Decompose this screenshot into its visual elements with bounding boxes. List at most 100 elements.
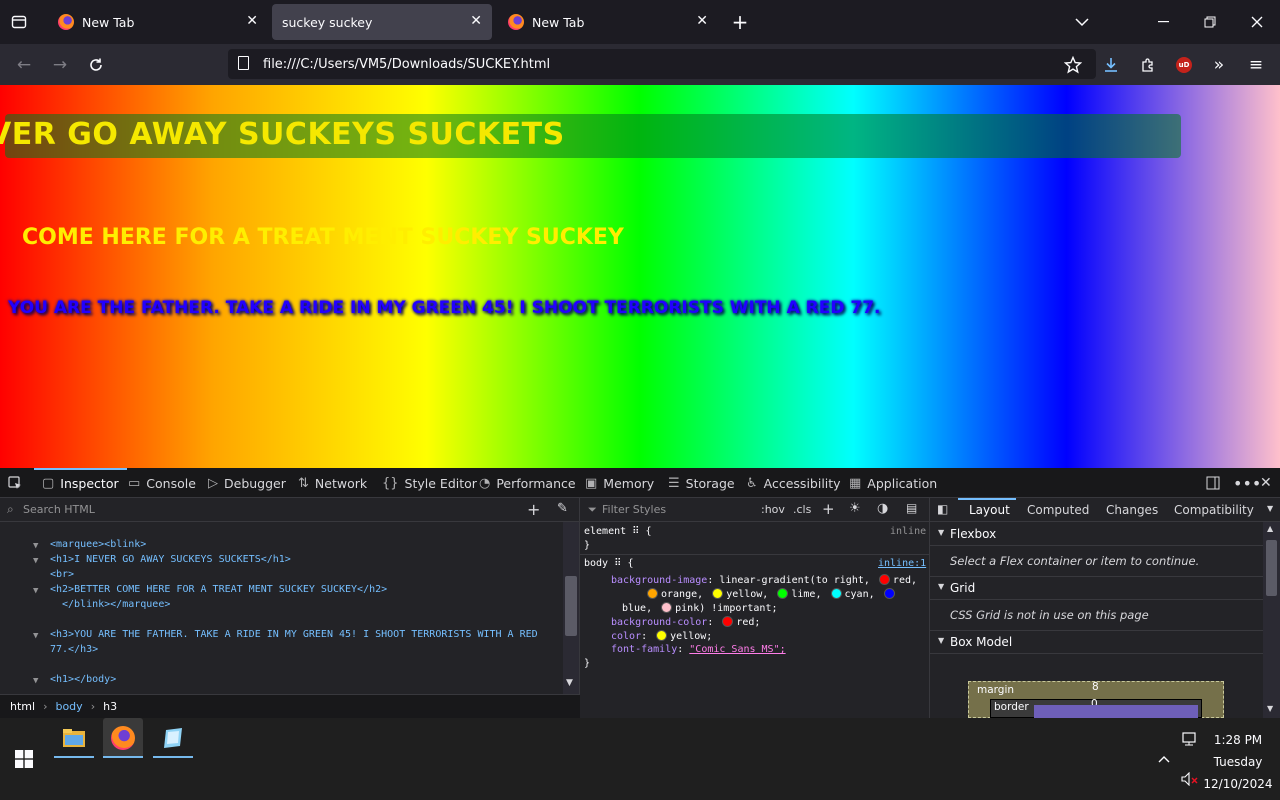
add-rule-plus-icon[interactable]: + xyxy=(822,500,835,518)
list-all-tabs-icon[interactable] xyxy=(8,11,30,33)
tab-suckey-suckey[interactable]: suckey suckey ✕ xyxy=(272,4,492,40)
restore-icon[interactable] xyxy=(1198,11,1222,33)
tree-node-selected[interactable]: <h3>YOU ARE THE FATHER. TAKE A RIDE IN M… xyxy=(50,629,538,640)
more-options-icon[interactable]: ••• xyxy=(1233,468,1261,498)
url-text[interactable]: file:///C:/Users/VM5/Downloads/SUCKEY.ht… xyxy=(263,57,550,72)
breadcrumb-body[interactable]: body xyxy=(55,700,82,713)
expand-toggle-icon[interactable]: ▼ xyxy=(33,676,38,686)
tab-layout[interactable]: Layout xyxy=(969,503,1010,517)
filter-styles-input[interactable]: ⏷ Filter Styles :hov .cls + ☀ ◑ ▤ xyxy=(580,498,930,522)
show-hidden-icons-chevron-icon[interactable] xyxy=(1158,753,1170,766)
tab-new-tab-1[interactable]: New Tab ✕ xyxy=(44,4,268,40)
eyedropper-icon[interactable]: ✎ xyxy=(557,501,568,516)
minimize-icon[interactable] xyxy=(1152,11,1176,33)
tab-style-editor[interactable]: {} Style Editor xyxy=(382,468,477,498)
reload-icon[interactable] xyxy=(84,53,108,77)
tab-memory[interactable]: ▣ Memory xyxy=(585,468,654,498)
tab-computed[interactable]: Computed xyxy=(1027,503,1089,517)
tab-console[interactable]: ▭ Console xyxy=(128,468,196,498)
hamburger-menu-icon[interactable]: ≡ xyxy=(1244,53,1268,77)
close-tab-icon[interactable]: ✕ xyxy=(696,13,708,29)
url-bar[interactable]: file:///C:/Users/VM5/Downloads/SUCKEY.ht… xyxy=(228,49,1096,79)
tree-node[interactable]: </blink></marquee> xyxy=(62,599,170,610)
firefox-taskbar-icon[interactable] xyxy=(103,718,143,758)
element-rule[interactable]: element ⠿ { xyxy=(584,526,652,537)
new-tab-plus-icon[interactable]: + xyxy=(728,10,752,34)
layout-scrollbar[interactable]: ▲ ▼ xyxy=(1263,522,1280,718)
notepad-icon[interactable] xyxy=(153,718,193,758)
add-node-plus-icon[interactable]: + xyxy=(527,500,540,519)
tree-node[interactable]: <br> xyxy=(50,569,74,580)
rule-source-link[interactable]: inline:1 xyxy=(878,558,926,569)
tree-node[interactable]: <marquee><blink> xyxy=(50,539,146,550)
print-preview-icon[interactable]: ▤ xyxy=(906,501,917,515)
overflow-chevrons-icon[interactable]: » xyxy=(1207,53,1231,77)
flexbox-section-header[interactable]: ▼ Flexbox xyxy=(930,522,1263,546)
declaration-color[interactable]: color: yellow; xyxy=(611,630,712,642)
tab-new-tab-2[interactable]: New Tab ✕ xyxy=(494,4,718,40)
tab-changes[interactable]: Changes xyxy=(1106,503,1158,517)
tab-performance[interactable]: ◔ Performance xyxy=(479,468,576,498)
bookmark-star-icon[interactable] xyxy=(1061,53,1085,77)
color-swatch-pink[interactable] xyxy=(661,602,673,613)
tree-node[interactable]: <h2>BETTER COME HERE FOR A TREAT MENT SU… xyxy=(50,584,387,595)
color-swatch-yellow[interactable] xyxy=(656,630,668,641)
tab-storage[interactable]: ☰ Storage xyxy=(668,468,735,498)
file-explorer-icon[interactable] xyxy=(54,718,94,758)
margin-top-value[interactable]: 8 xyxy=(1092,681,1099,693)
markup-scrollbar[interactable]: ▼ xyxy=(563,522,579,694)
declaration-background-color[interactable]: background-color: red; xyxy=(611,616,760,628)
color-swatch-lime[interactable] xyxy=(777,588,789,599)
chevron-down-icon[interactable] xyxy=(1070,11,1094,33)
tab-application[interactable]: ▦ Application xyxy=(849,468,937,498)
tab-compatibility[interactable]: Compatibility xyxy=(1174,503,1254,517)
tree-node[interactable]: <h1>I NEVER GO AWAY SUCKEYS SUCKETS</h1> xyxy=(50,554,291,565)
declaration-font-family[interactable]: font-family: "Comic Sans MS"; xyxy=(611,644,786,655)
expand-toggle-icon[interactable]: ▼ xyxy=(33,586,38,596)
tree-node[interactable]: <h1></body> xyxy=(50,674,116,685)
system-clock[interactable]: 1:28 PM Tuesday 12/10/2024 xyxy=(1200,729,1276,795)
color-swatch-red[interactable] xyxy=(878,574,890,585)
network-monitor-icon[interactable] xyxy=(1182,732,1198,749)
tree-node[interactable]: 77.</h3> xyxy=(50,644,98,655)
breadcrumb-h3[interactable]: h3 xyxy=(103,700,117,713)
scroll-thumb[interactable] xyxy=(1266,540,1277,596)
close-tab-icon[interactable]: ✕ xyxy=(246,13,258,29)
box-model-section-header[interactable]: ▼ Box Model xyxy=(930,630,1263,654)
forward-arrow-icon[interactable]: → xyxy=(48,53,72,77)
toggle-sidebar-icon[interactable]: ◧ xyxy=(937,502,948,516)
scroll-down-icon[interactable]: ▼ xyxy=(1267,704,1273,713)
value[interactable]: "Comic Sans MS"; xyxy=(689,644,785,655)
color-swatch-blue[interactable] xyxy=(883,588,895,599)
tab-inspector[interactable]: ▢ Inspector xyxy=(34,468,127,498)
close-window-icon[interactable] xyxy=(1245,11,1269,33)
expand-toggle-icon[interactable]: ▼ xyxy=(33,541,38,551)
color-swatch-red[interactable] xyxy=(722,616,734,627)
tab-accessibility[interactable]: ♿ Accessibility xyxy=(746,468,841,498)
class-toggle[interactable]: .cls xyxy=(793,503,811,516)
scroll-thumb[interactable] xyxy=(565,576,577,636)
scroll-down-icon[interactable]: ▼ xyxy=(566,678,573,688)
close-devtools-icon[interactable]: ✕ xyxy=(1260,468,1272,498)
windows-start-icon[interactable] xyxy=(15,750,33,771)
tab-debugger[interactable]: ▷ Debugger xyxy=(208,468,286,498)
speaker-muted-icon[interactable] xyxy=(1181,771,1199,789)
dark-mode-icon[interactable]: ◑ xyxy=(877,501,888,516)
declaration-background-image[interactable]: background-image: linear-gradient(to rig… xyxy=(611,574,917,586)
light-mode-sun-icon[interactable]: ☀ xyxy=(849,501,861,516)
color-swatch-yellow[interactable] xyxy=(712,588,724,599)
color-swatch-orange[interactable] xyxy=(647,588,658,599)
dock-side-icon[interactable] xyxy=(1206,468,1220,498)
chevron-down-icon[interactable]: ▼ xyxy=(1267,504,1273,513)
scroll-up-icon[interactable]: ▲ xyxy=(1267,524,1273,533)
close-tab-icon[interactable]: ✕ xyxy=(470,13,482,29)
expand-toggle-icon[interactable]: ▼ xyxy=(33,556,38,566)
download-icon[interactable] xyxy=(1099,53,1123,77)
extensions-puzzle-icon[interactable] xyxy=(1136,53,1160,77)
ublock-origin-icon[interactable]: uD xyxy=(1172,53,1196,77)
breadcrumb-html[interactable]: html xyxy=(10,700,35,713)
search-html-input[interactable]: ⌕ Search HTML + ✎ xyxy=(0,498,580,522)
grid-section-header[interactable]: ▼ Grid xyxy=(930,576,1263,600)
tab-network[interactable]: ⇅ Network xyxy=(298,468,367,498)
expand-toggle-icon[interactable]: ▼ xyxy=(33,631,38,641)
